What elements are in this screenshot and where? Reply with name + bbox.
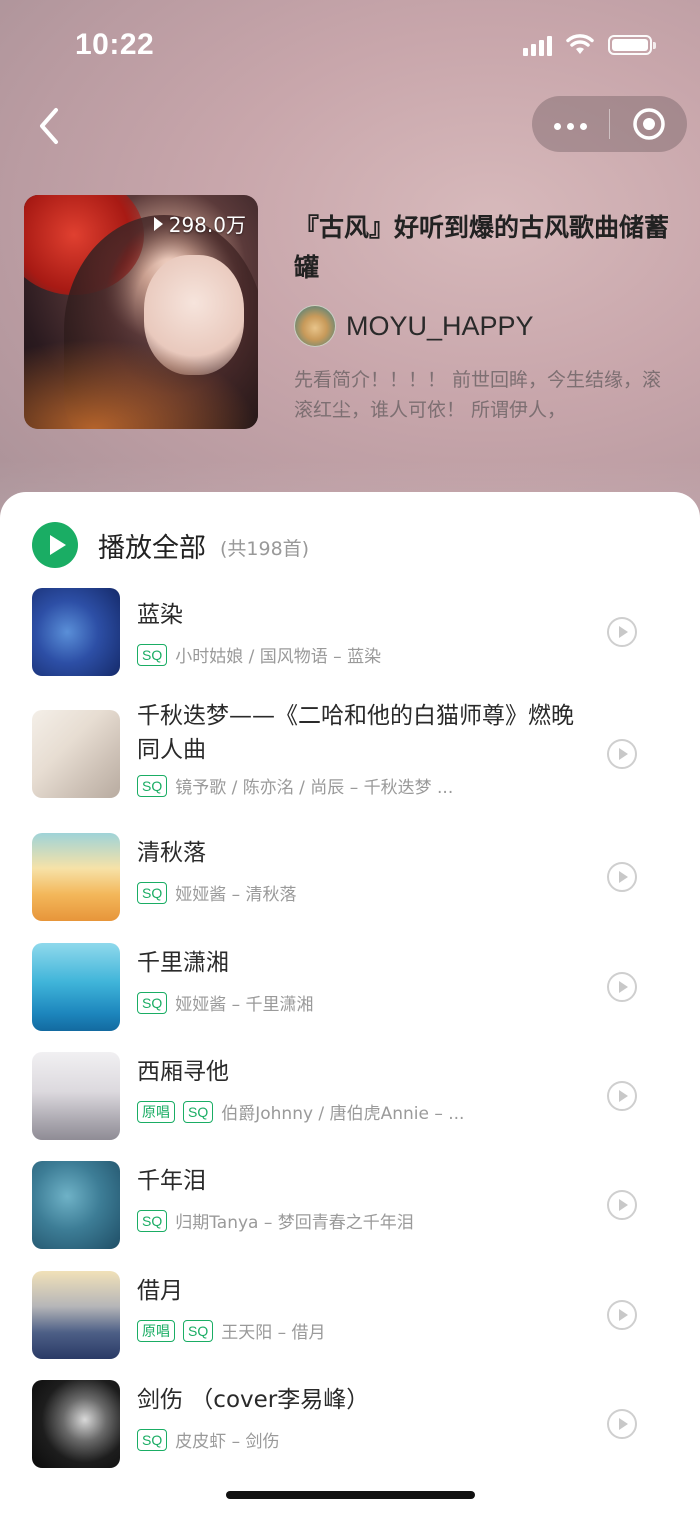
- song-thumbnail: [32, 1271, 120, 1359]
- song-title: 蓝染: [137, 602, 183, 628]
- play-triangle-icon: [153, 216, 163, 231]
- song-meta: 原唱 SQ 伯爵Johnny / 唐伯虎Annie – ...: [137, 1099, 464, 1124]
- play-icon: [619, 1309, 628, 1321]
- play-all-label[interactable]: 播放全部: [98, 526, 206, 565]
- play-icon: [619, 626, 628, 638]
- song-title: 借月: [137, 1278, 183, 1304]
- song-meta: 原唱 SQ 王天阳 – 借月: [137, 1318, 326, 1343]
- cellular-signal-icon: [523, 34, 552, 56]
- song-play-button[interactable]: [607, 972, 637, 1002]
- song-title: 千年泪: [137, 1168, 206, 1194]
- song-meta: SQ 皮皮虾 – 剑伤: [137, 1427, 280, 1452]
- song-play-button[interactable]: [607, 1081, 637, 1111]
- song-count: (共198首): [220, 537, 310, 560]
- song-thumbnail: [32, 710, 120, 798]
- original-badge: 原唱: [137, 1100, 175, 1123]
- play-count: 298.0万: [153, 209, 246, 238]
- chevron-left-icon: [40, 108, 58, 144]
- song-thumbnail: [32, 1380, 120, 1468]
- song-title: 清秋落: [137, 840, 206, 866]
- list-item[interactable]: 西厢寻他 原唱 SQ 伯爵Johnny / 唐伯虎Annie – ...: [0, 1052, 700, 1152]
- play-icon: [619, 871, 628, 883]
- song-thumbnail: [32, 588, 120, 676]
- song-meta: SQ 娅娅酱 – 清秋落: [137, 880, 297, 905]
- sq-badge: SQ: [183, 1100, 214, 1123]
- wifi-icon: [566, 34, 594, 54]
- battery-icon: [608, 35, 656, 55]
- song-title: 西厢寻他: [137, 1059, 229, 1085]
- song-artist-album: 王天阳 – 借月: [221, 1323, 326, 1343]
- song-title: 剑伤 （cover李易峰）: [137, 1387, 370, 1413]
- song-artist-album: 归期Tanya – 梦回青春之千年泪: [175, 1213, 414, 1233]
- song-thumbnail: [32, 1161, 120, 1249]
- close-miniprogram-button[interactable]: [610, 96, 687, 152]
- play-icon: [619, 748, 628, 760]
- song-artist-album: 伯爵Johnny / 唐伯虎Annie – ...: [221, 1104, 465, 1124]
- song-title: 千里潇湘: [137, 950, 229, 976]
- song-artist-album: 皮皮虾 – 剑伤: [175, 1432, 280, 1452]
- song-play-button[interactable]: [607, 1300, 637, 1330]
- play-icon: [619, 1199, 628, 1211]
- home-indicator: [226, 1491, 475, 1499]
- sq-badge: SQ: [183, 1319, 214, 1342]
- target-icon: [632, 108, 665, 140]
- avatar[interactable]: [294, 305, 336, 347]
- song-artist-album: 娅娅酱 – 清秋落: [175, 885, 297, 905]
- song-artist-album: 娅娅酱 – 千里潇湘: [175, 995, 314, 1015]
- play-all-button[interactable]: 播放全部 (共198首): [32, 522, 309, 568]
- playlist-title: 『古风』好听到爆的古风歌曲储蓄罐: [294, 213, 670, 282]
- sq-badge: SQ: [137, 774, 168, 797]
- song-play-button[interactable]: [607, 739, 637, 769]
- status-time: 10:22: [75, 28, 155, 61]
- song-meta: SQ 娅娅酱 – 千里潇湘: [137, 990, 314, 1015]
- status-bar: 10:22: [0, 0, 700, 90]
- list-item[interactable]: 蓝染 SQ 小时姑娘 / 国风物语 – 蓝染: [0, 588, 700, 688]
- play-circle-icon[interactable]: [32, 522, 78, 568]
- song-thumbnail: [32, 1052, 120, 1140]
- list-item[interactable]: 剑伤 （cover李易峰） SQ 皮皮虾 – 剑伤: [0, 1380, 700, 1480]
- song-thumbnail: [32, 833, 120, 921]
- list-item[interactable]: 清秋落 SQ 娅娅酱 – 清秋落: [0, 833, 700, 933]
- sq-badge: SQ: [137, 1428, 168, 1451]
- playlist-description[interactable]: 先看简介！！！！ 前世回眸，今生结缘，滚滚红尘，谁人可依！ 所谓伊人，: [294, 365, 674, 425]
- song-play-button[interactable]: [607, 1409, 637, 1439]
- play-icon: [619, 1418, 628, 1430]
- song-play-button[interactable]: [607, 617, 637, 647]
- play-icon: [619, 1090, 628, 1102]
- song-title: 千秋迭梦——《二哈和他的白猫师尊》燃晚同人曲: [137, 703, 574, 763]
- song-list-sheet: 播放全部 (共198首) 蓝染 SQ 小时姑娘 / 国风物语 – 蓝染 千秋迭梦…: [0, 492, 700, 1515]
- sq-badge: SQ: [137, 991, 168, 1014]
- list-item[interactable]: 千秋迭梦——《二哈和他的白猫师尊》燃晚同人曲 SQ 镜予歌 / 陈亦洺 / 尚辰…: [0, 703, 700, 820]
- playlist-author[interactable]: MOYU_HAPPY: [294, 305, 534, 347]
- playlist-cover[interactable]: 298.0万: [24, 195, 258, 429]
- more-dots-icon: [551, 115, 590, 134]
- author-name[interactable]: MOYU_HAPPY: [346, 311, 534, 342]
- song-artist-album: 镜予歌 / 陈亦洺 / 尚辰 – 千秋迭梦 ...: [175, 778, 454, 798]
- song-meta: SQ 归期Tanya – 梦回青春之千年泪: [137, 1208, 414, 1233]
- play-count-value: 298.0万: [168, 213, 246, 237]
- list-item[interactable]: 千年泪 SQ 归期Tanya – 梦回青春之千年泪: [0, 1161, 700, 1261]
- more-button[interactable]: [532, 96, 609, 152]
- song-meta: SQ 镜予歌 / 陈亦洺 / 尚辰 – 千秋迭梦 ...: [137, 773, 453, 798]
- original-badge: 原唱: [137, 1319, 175, 1342]
- song-thumbnail: [32, 943, 120, 1031]
- miniprogram-capsule: [532, 96, 687, 152]
- song-play-button[interactable]: [607, 1190, 637, 1220]
- sq-badge: SQ: [137, 643, 168, 666]
- back-button[interactable]: [34, 104, 74, 148]
- play-icon: [619, 981, 628, 993]
- list-item[interactable]: 借月 原唱 SQ 王天阳 – 借月: [0, 1271, 700, 1371]
- song-artist-album: 小时姑娘 / 国风物语 – 蓝染: [175, 647, 382, 667]
- sq-badge: SQ: [137, 881, 168, 904]
- song-play-button[interactable]: [607, 862, 637, 892]
- list-item[interactable]: 千里潇湘 SQ 娅娅酱 – 千里潇湘: [0, 943, 700, 1043]
- sq-badge: SQ: [137, 1209, 168, 1232]
- song-meta: SQ 小时姑娘 / 国风物语 – 蓝染: [137, 642, 381, 667]
